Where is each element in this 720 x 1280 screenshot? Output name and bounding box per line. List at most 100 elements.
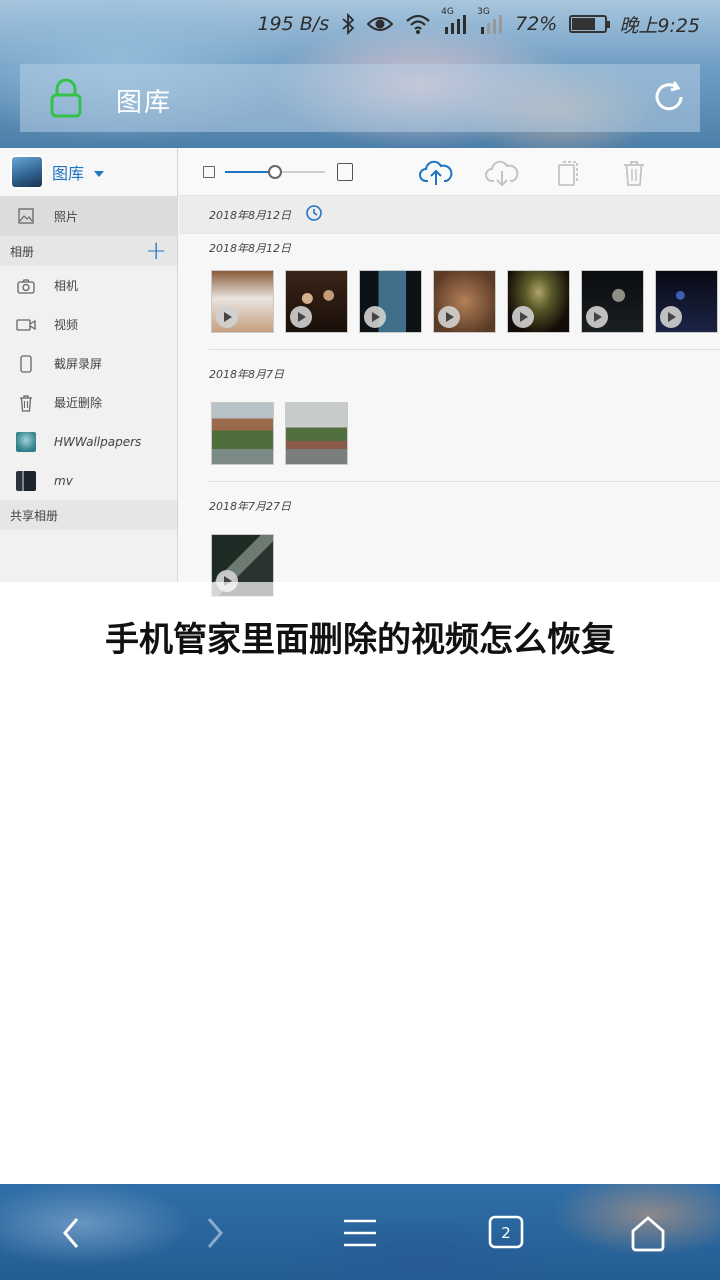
play-icon (586, 306, 608, 328)
play-icon (512, 306, 534, 328)
gallery-main: 2018年8月12日 2018年8月12日 2018年8月7日 2018年7月2… (179, 148, 720, 597)
page-title: 图库 (116, 88, 173, 118)
sidebar-item-label: mv (54, 473, 73, 488)
clock-icon[interactable] (305, 204, 323, 225)
download-cloud-icon (485, 160, 519, 187)
chevron-right-icon (207, 1218, 223, 1248)
menu-button[interactable] (335, 1208, 385, 1258)
chevron-left-icon (63, 1218, 79, 1248)
play-icon (364, 306, 386, 328)
copy-button[interactable] (551, 158, 585, 188)
play-icon (290, 306, 312, 328)
video-thumbnail[interactable] (285, 270, 348, 333)
play-icon (216, 306, 238, 328)
sidebar-item-label: 照片 (54, 209, 79, 224)
sidebar-item-label: 截屏录屏 (54, 357, 103, 371)
shared-albums-section[interactable]: 共享相册 (0, 500, 177, 530)
lock-icon[interactable] (50, 78, 82, 118)
bluetooth-icon (341, 13, 355, 35)
gallery-app: 图库 照片 相册 + 相机 视频 截屏录屏 最近删除 HWWallpapers … (0, 148, 720, 597)
video-thumbnail[interactable] (581, 270, 644, 333)
home-icon (631, 1216, 665, 1252)
albums-section: 相册 + (0, 236, 177, 266)
wifi-icon (405, 13, 431, 35)
group-date: 2018年8月12日 (209, 242, 291, 255)
sidebar-item-screenshots[interactable]: 截屏录屏 (0, 344, 177, 383)
video-thumbnail[interactable] (359, 270, 422, 333)
back-button[interactable] (46, 1208, 96, 1258)
phone-icon (16, 354, 36, 374)
sidebar-item-mv[interactable]: mv (0, 461, 177, 500)
home-button[interactable] (623, 1208, 673, 1258)
delete-icon (624, 161, 644, 186)
upload-cloud-button[interactable] (419, 158, 453, 188)
video-icon (16, 315, 36, 335)
photo-thumbnail[interactable] (211, 402, 274, 465)
date-group-header: 2018年7月27日 (179, 492, 720, 520)
album-thumbnail (16, 431, 36, 452)
refresh-icon[interactable] (650, 78, 688, 116)
group-date: 2018年8月7日 (209, 368, 284, 381)
network-speed: 195 B/s (257, 13, 330, 35)
date-group-header: 2018年8月12日 (179, 234, 720, 262)
photo-thumbnail[interactable] (285, 402, 348, 465)
article-caption: 手机管家里面删除的视频怎么恢复 (105, 620, 615, 660)
date-group-header: 2018年8月7日 (179, 360, 720, 388)
image-icon (16, 206, 36, 226)
album-thumbnail (16, 470, 36, 491)
video-thumbnail[interactable] (433, 270, 496, 333)
divider (209, 481, 720, 482)
sticky-date: 2018年8月12日 (209, 208, 291, 222)
video-thumbnail[interactable] (211, 270, 274, 333)
sidebar-item-camera[interactable]: 相机 (0, 266, 177, 305)
tabs-button[interactable]: 2 (481, 1208, 531, 1258)
battery-percent: 72% (515, 13, 558, 35)
copy-icon (558, 161, 578, 186)
video-thumbnail[interactable] (655, 270, 718, 333)
eye-icon (367, 15, 394, 33)
group-date: 2018年7月27日 (209, 500, 291, 513)
sidebar-account-label: 图库 (52, 164, 85, 183)
photo-row (179, 402, 720, 465)
zoom-slider-handle[interactable] (268, 165, 282, 179)
trash-icon (16, 393, 36, 413)
toolbar (179, 148, 720, 196)
sidebar-item-label: 相机 (54, 279, 79, 293)
video-thumbnail[interactable] (507, 270, 570, 333)
large-thumbnail-icon (337, 163, 353, 181)
sidebar-item-photos[interactable]: 照片 (0, 196, 177, 236)
add-album-button[interactable]: + (145, 238, 167, 264)
small-thumbnail-icon (203, 166, 215, 178)
status-bar: 195 B/s 4G 3G 72% 晚上9:25 (0, 0, 720, 48)
sticky-date-header: 2018年8月12日 (179, 196, 720, 234)
shared-albums-title: 共享相册 (10, 508, 59, 523)
sidebar-item-recently-deleted[interactable]: 最近删除 (0, 383, 177, 422)
network-type-3g: 3G (477, 7, 490, 17)
sidebar-item-hwwallpapers[interactable]: HWWallpapers (0, 422, 177, 461)
sidebar-item-label: 视频 (54, 318, 79, 332)
sidebar: 图库 照片 相册 + 相机 视频 截屏录屏 最近删除 HWWallpapers … (0, 148, 178, 582)
upload-cloud-icon (419, 160, 453, 185)
gallery-thumbnail (12, 157, 42, 187)
albums-section-title: 相册 (10, 244, 35, 259)
play-icon (660, 306, 682, 328)
sidebar-item-label: HWWallpapers (54, 434, 142, 449)
sidebar-item-label: 最近删除 (54, 396, 103, 410)
chevron-down-icon (94, 170, 105, 177)
sidebar-item-videos[interactable]: 视频 (0, 305, 177, 344)
clock: 晚上9:25 (619, 14, 700, 37)
browser-bottom-nav: 2 (0, 1184, 720, 1280)
divider (209, 349, 720, 350)
sidebar-account[interactable]: 图库 (0, 148, 177, 196)
download-cloud-button[interactable] (485, 158, 519, 188)
play-icon (438, 306, 460, 328)
network-type-4g: 4G (441, 7, 454, 17)
tabs-count: 2 (501, 1224, 511, 1242)
zoom-slider[interactable] (225, 165, 325, 179)
photo-row (179, 270, 720, 333)
signal-4g-icon: 4G (441, 7, 467, 35)
menu-icon (344, 1219, 376, 1247)
delete-button[interactable] (617, 158, 651, 188)
battery-icon (569, 15, 611, 33)
forward-button[interactable] (190, 1208, 240, 1258)
